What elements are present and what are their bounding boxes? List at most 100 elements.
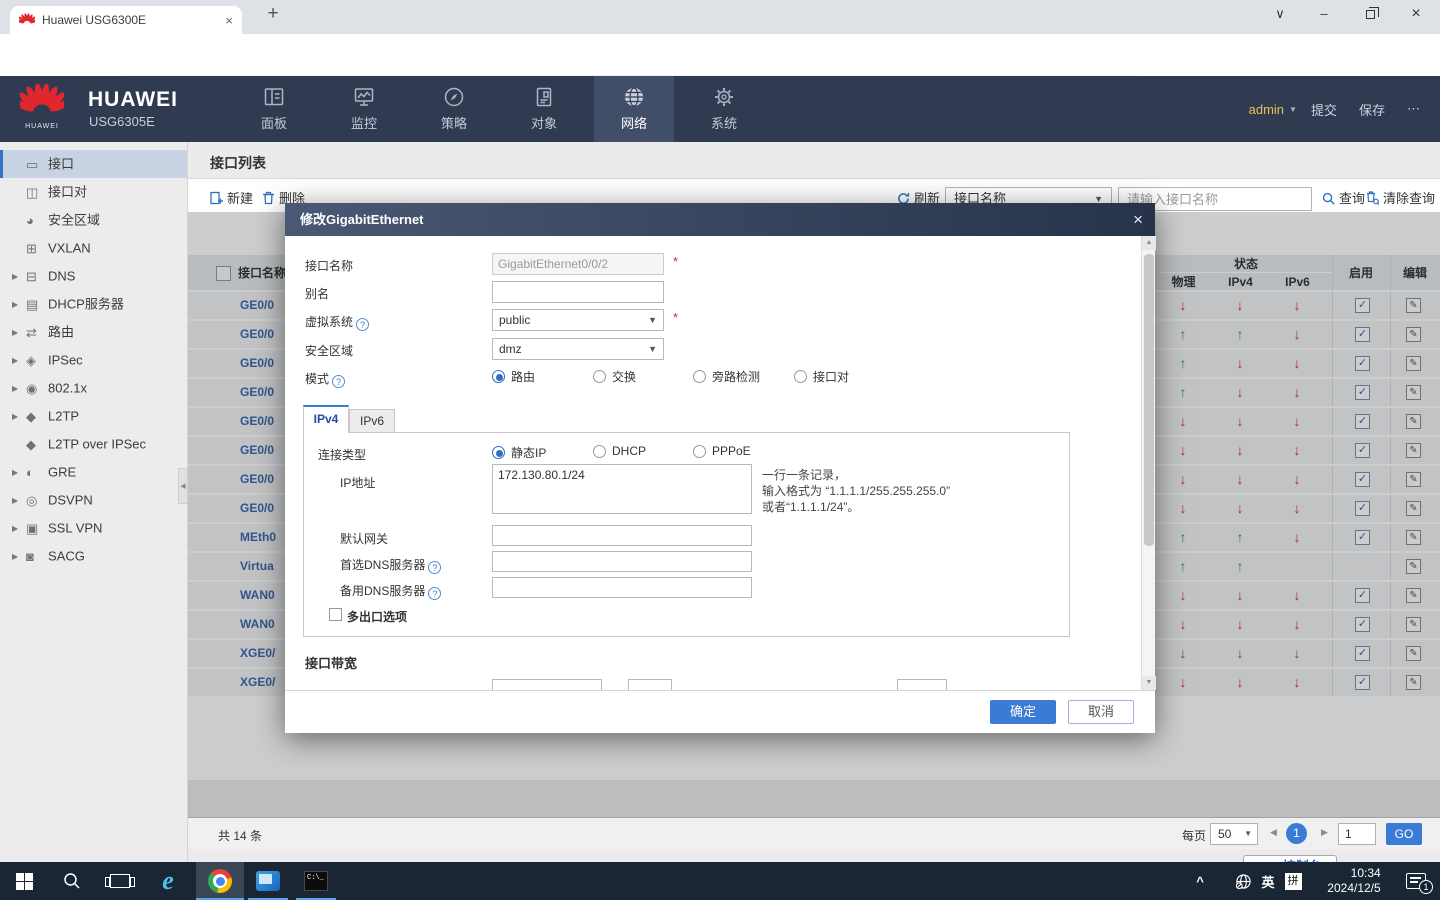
- ip-address-textarea[interactable]: 172.130.80.1/24: [492, 464, 752, 514]
- mode-radio-bypass[interactable]: 旁路检测: [693, 368, 760, 385]
- new-button[interactable]: 新建: [210, 187, 253, 211]
- nav-tab-monitor[interactable]: 监控: [324, 76, 404, 142]
- help-icon[interactable]: ?: [428, 587, 441, 600]
- sidebar-item-interface-pair[interactable]: ◫接口对: [0, 178, 187, 206]
- commit-button[interactable]: 提交: [1311, 100, 1337, 119]
- page-jump-input[interactable]: [1338, 823, 1376, 845]
- sidebar-item-sacg[interactable]: ▶◙SACG: [0, 542, 187, 570]
- sidebar-item-l2tp-over-ipsec[interactable]: ◆L2TP over IPSec: [0, 430, 187, 458]
- sidebar-item-security-zone[interactable]: ◕安全区域: [0, 206, 187, 234]
- expand-arrow-icon[interactable]: ▶: [12, 375, 26, 403]
- sidebar-item-gre[interactable]: ▶◐GRE: [0, 458, 187, 486]
- cmd-button[interactable]: C:\_: [292, 862, 340, 900]
- new-tab-button[interactable]: +: [260, 3, 286, 25]
- expand-arrow-icon[interactable]: ▶: [12, 515, 26, 543]
- scroll-thumb[interactable]: [1144, 254, 1154, 546]
- conn-radio-pppoe[interactable]: PPPoE: [693, 444, 751, 458]
- tab-ipv6[interactable]: IPv6: [349, 409, 395, 433]
- bandwidth-input[interactable]: [492, 679, 602, 690]
- nav-tab-dashboard[interactable]: 面板: [234, 76, 314, 142]
- conn-radio-dhcp[interactable]: DHCP: [593, 444, 646, 458]
- per-page-value: 50: [1218, 827, 1231, 841]
- dialog-scrollbar[interactable]: ▲ ▼: [1141, 236, 1155, 690]
- expand-arrow-icon[interactable]: ▶: [12, 543, 26, 571]
- browser-tab[interactable]: Huawei USG6300E ×: [10, 6, 242, 34]
- sidebar-item-dsvpn[interactable]: ▶◎DSVPN: [0, 486, 187, 514]
- mode-radio-switch[interactable]: 交换: [593, 368, 636, 385]
- query-button[interactable]: 查询: [1322, 187, 1365, 211]
- multi-egress-checkbox[interactable]: [329, 608, 342, 621]
- expand-arrow-icon[interactable]: ▶: [12, 347, 26, 375]
- sidebar-item-label: 路由: [48, 325, 74, 340]
- ime-lang-button[interactable]: 英: [1256, 862, 1280, 900]
- prev-page-icon[interactable]: ◀: [1270, 827, 1277, 838]
- window-chevron-icon[interactable]: ∨: [1258, 0, 1302, 30]
- go-button[interactable]: GO: [1386, 823, 1422, 845]
- header-more-icon[interactable]: ⋯: [1407, 101, 1422, 117]
- user-menu[interactable]: admin: [1249, 102, 1284, 117]
- remote-app-button[interactable]: [244, 862, 292, 900]
- current-page[interactable]: 1: [1286, 823, 1307, 844]
- task-view-button[interactable]: [96, 862, 144, 900]
- clear-query-button[interactable]: 清除查询: [1366, 187, 1435, 211]
- ime-mode-button[interactable]: 拼: [1280, 862, 1306, 900]
- huawei-favicon-icon: [19, 13, 35, 27]
- per-page-select[interactable]: 50▼: [1210, 823, 1258, 845]
- nav-tab-policy[interactable]: 策略: [414, 76, 494, 142]
- chrome-button[interactable]: [196, 862, 244, 900]
- sidebar-item-vxlan[interactable]: ⊞VXLAN: [0, 234, 187, 262]
- expand-arrow-icon[interactable]: ▶: [12, 263, 26, 291]
- network-tray-icon[interactable]: [1230, 862, 1256, 900]
- nav-tab-system[interactable]: 系统: [684, 76, 764, 142]
- taskbar-clock[interactable]: 10:342024/12/5: [1312, 862, 1396, 900]
- expand-arrow-icon[interactable]: ▶: [12, 291, 26, 319]
- tab-ipv4[interactable]: IPv4: [303, 405, 349, 433]
- window-minimize-icon[interactable]: –: [1302, 0, 1346, 30]
- expand-arrow-icon[interactable]: ▶: [12, 403, 26, 431]
- expand-arrow-icon[interactable]: ▶: [12, 487, 26, 515]
- radio-label: 接口对: [813, 368, 849, 385]
- help-icon[interactable]: ?: [428, 561, 441, 574]
- bandwidth-input-2[interactable]: [897, 679, 947, 690]
- dns1-input[interactable]: [492, 551, 752, 572]
- alias-input[interactable]: [492, 281, 664, 303]
- start-button[interactable]: [0, 862, 48, 900]
- zone-select[interactable]: dmz▼: [492, 338, 664, 360]
- help-icon[interactable]: ?: [356, 318, 369, 331]
- window-restore-icon[interactable]: [1348, 0, 1392, 30]
- sidebar-item-dhcp-server[interactable]: ▶▤DHCP服务器: [0, 290, 187, 318]
- window-close-icon[interactable]: ×: [1394, 0, 1438, 30]
- sidebar-collapse-icon[interactable]: ◀: [178, 468, 188, 504]
- gateway-input[interactable]: [492, 525, 752, 546]
- help-icon[interactable]: ?: [332, 375, 345, 388]
- dialog-close-icon[interactable]: ×: [1133, 203, 1143, 236]
- nav-tab-network[interactable]: 网络: [594, 76, 674, 142]
- cancel-button[interactable]: 取消: [1068, 700, 1134, 724]
- ie-button[interactable]: e: [144, 862, 192, 900]
- next-page-icon[interactable]: ▶: [1321, 827, 1328, 838]
- sidebar-item-ssl-vpn[interactable]: ▶▣SSL VPN: [0, 514, 187, 542]
- sidebar-item-l2tp[interactable]: ▶◆L2TP: [0, 402, 187, 430]
- dns2-input[interactable]: [492, 577, 752, 598]
- scroll-up-icon[interactable]: ▲: [1142, 236, 1156, 250]
- expand-arrow-icon[interactable]: ▶: [12, 319, 26, 347]
- vsys-select[interactable]: public▼: [492, 309, 664, 331]
- tray-expand-icon[interactable]: ^: [1186, 862, 1214, 900]
- sidebar-item-802-1x[interactable]: ▶◉802.1x: [0, 374, 187, 402]
- sidebar-item-route[interactable]: ▶⇄路由: [0, 318, 187, 346]
- mode-radio-route[interactable]: 路由: [492, 368, 535, 385]
- expand-arrow-icon[interactable]: ▶: [12, 459, 26, 487]
- mode-radio-pair[interactable]: 接口对: [794, 368, 849, 385]
- sidebar-item-ipsec[interactable]: ▶◈IPSec: [0, 346, 187, 374]
- nav-tab-object[interactable]: 对象: [504, 76, 584, 142]
- tab-close-icon[interactable]: ×: [225, 13, 233, 28]
- bandwidth-unit-input[interactable]: [628, 679, 672, 690]
- notification-button[interactable]: 1: [1398, 862, 1434, 900]
- scroll-down-icon[interactable]: ▼: [1142, 676, 1156, 690]
- ok-button[interactable]: 确定: [990, 700, 1056, 724]
- save-button[interactable]: 保存: [1359, 100, 1385, 119]
- sidebar-item-interface[interactable]: ▭接口: [0, 150, 187, 178]
- taskbar-search-button[interactable]: [48, 862, 96, 900]
- sidebar-item-dns[interactable]: ▶⊟DNS: [0, 262, 187, 290]
- conn-radio-static[interactable]: 静态IP: [492, 444, 546, 461]
